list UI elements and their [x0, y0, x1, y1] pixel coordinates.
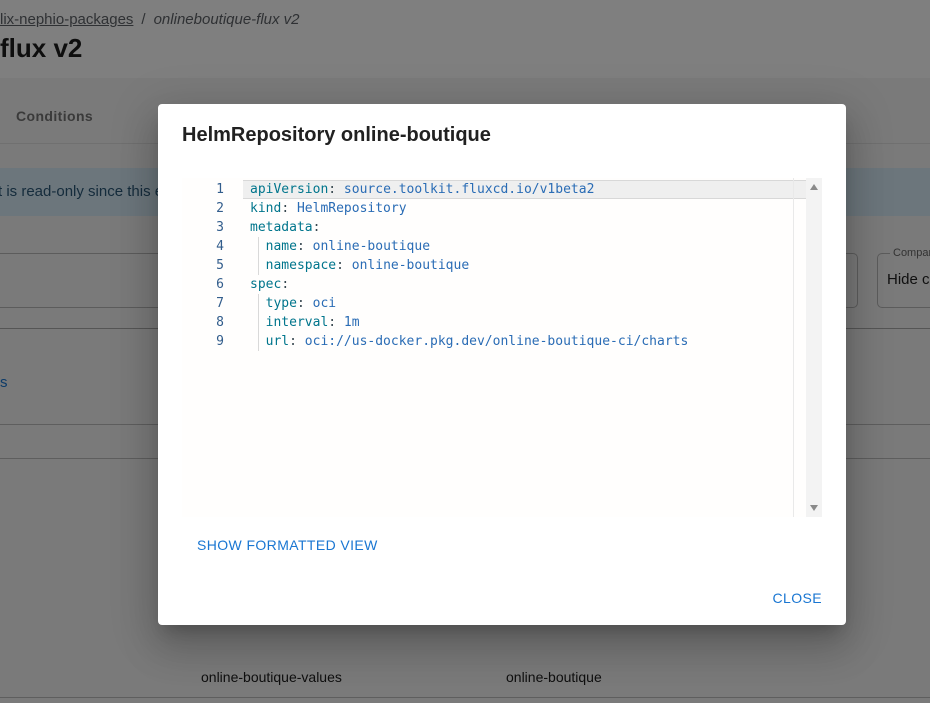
line-number: 1 — [182, 180, 224, 199]
line-number: 3 — [182, 218, 224, 237]
yaml-colon: : — [281, 201, 289, 216]
line-number: 4 — [182, 237, 224, 256]
yaml-colon: : — [297, 239, 305, 254]
dialog-title: HelmRepository online-boutique — [182, 124, 491, 147]
yaml-value: online-boutique — [344, 258, 469, 273]
yaml-value: 1m — [336, 315, 359, 330]
show-formatted-view-button[interactable]: SHOW FORMATTED VIEW — [197, 537, 378, 553]
code-line: url: oci://us-docker.pkg.dev/online-bout… — [243, 332, 806, 351]
yaml-key: namespace — [266, 258, 336, 273]
indent-guide — [258, 237, 259, 256]
yaml-colon: : — [328, 315, 336, 330]
code-line: interval: 1m — [243, 313, 806, 332]
code-line: kind: HelmRepository — [243, 199, 806, 218]
editor-print-margin — [793, 178, 794, 517]
yaml-value: oci — [305, 296, 336, 311]
helm-repository-dialog: HelmRepository online-boutique 123456789… — [158, 104, 846, 625]
yaml-colon: : — [313, 220, 321, 235]
indent-guide — [258, 313, 259, 332]
code-line: apiVersion: source.toolkit.fluxcd.io/v1b… — [243, 180, 806, 199]
indent-guide — [258, 332, 259, 351]
line-number: 2 — [182, 199, 224, 218]
yaml-value: oci://us-docker.pkg.dev/online-boutique-… — [297, 334, 688, 349]
line-number: 9 — [182, 332, 224, 351]
yaml-colon: : — [328, 182, 336, 197]
line-number: 8 — [182, 313, 224, 332]
yaml-value: online-boutique — [305, 239, 430, 254]
yaml-colon: : — [297, 296, 305, 311]
scroll-down-icon[interactable] — [810, 505, 818, 511]
code-line: type: oci — [243, 294, 806, 313]
yaml-key: spec — [250, 277, 281, 292]
editor-code: apiVersion: source.toolkit.fluxcd.io/v1b… — [243, 180, 806, 351]
line-number: 5 — [182, 256, 224, 275]
yaml-colon: : — [289, 334, 297, 349]
code-line: spec: — [243, 275, 806, 294]
indent-guide — [258, 256, 259, 275]
line-number: 7 — [182, 294, 224, 313]
yaml-key: name — [266, 239, 297, 254]
editor-scrollbar[interactable] — [806, 178, 822, 517]
yaml-colon: : — [336, 258, 344, 273]
yaml-key: type — [266, 296, 297, 311]
yaml-code-editor[interactable]: 123456789 apiVersion: source.toolkit.flu… — [182, 178, 822, 517]
yaml-key: metadata — [250, 220, 313, 235]
indent-guide — [258, 294, 259, 313]
editor-gutter: 123456789 — [182, 180, 224, 351]
code-line: name: online-boutique — [243, 237, 806, 256]
code-line: namespace: online-boutique — [243, 256, 806, 275]
yaml-colon: : — [281, 277, 289, 292]
close-button[interactable]: CLOSE — [773, 590, 822, 606]
yaml-key: url — [266, 334, 289, 349]
yaml-value: source.toolkit.fluxcd.io/v1beta2 — [336, 182, 594, 197]
yaml-key: kind — [250, 201, 281, 216]
code-line: metadata: — [243, 218, 806, 237]
yaml-value: HelmRepository — [289, 201, 406, 216]
yaml-key: interval — [266, 315, 329, 330]
scroll-up-icon[interactable] — [810, 184, 818, 190]
yaml-key: apiVersion — [250, 182, 328, 197]
line-number: 6 — [182, 275, 224, 294]
